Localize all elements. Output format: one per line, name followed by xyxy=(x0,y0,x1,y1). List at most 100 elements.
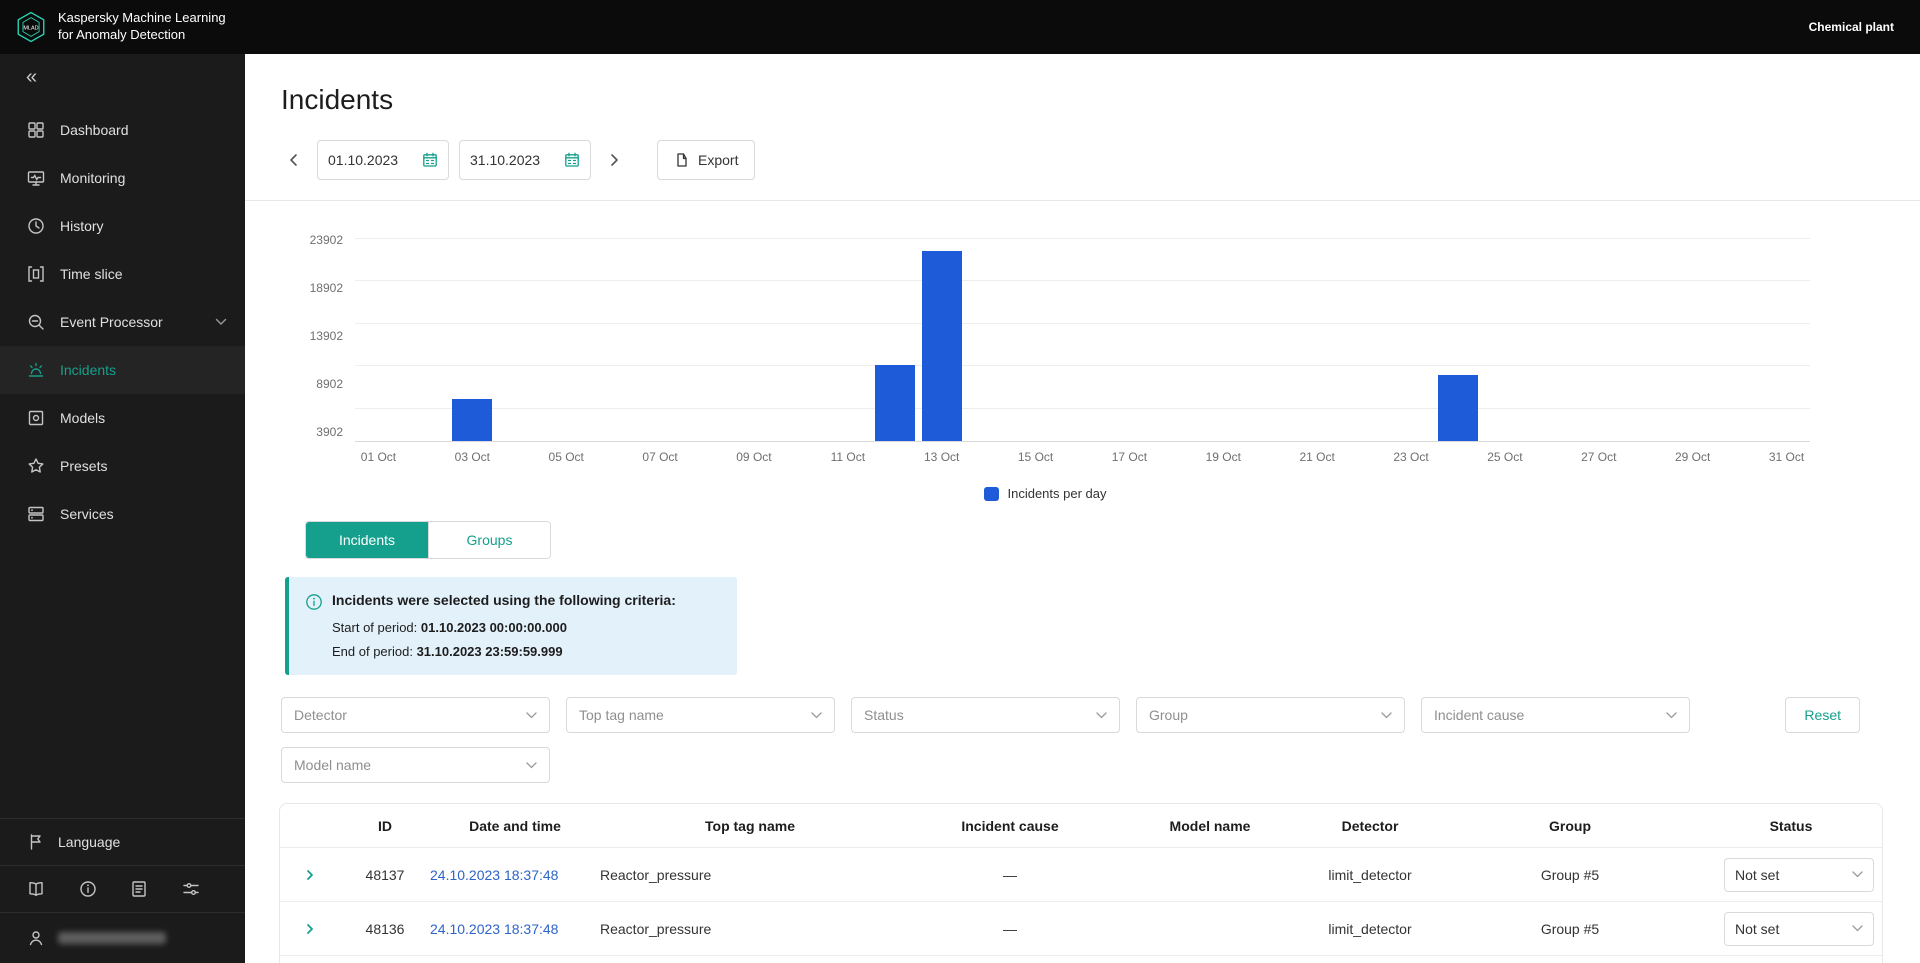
table-row-partial xyxy=(280,956,1882,963)
toolbar-section: Export xyxy=(245,140,1920,201)
next-period-button[interactable] xyxy=(601,140,627,180)
date-to-input[interactable] xyxy=(470,152,556,168)
settings-sliders-icon[interactable] xyxy=(181,879,201,899)
x-axis-tick-label: 03 Oct xyxy=(454,450,491,464)
x-axis-tick-label: 01 Oct xyxy=(360,450,397,464)
filter-placeholder: Group xyxy=(1149,707,1188,723)
chart-yaxis: 3902 8902 13902 18902 23902 xyxy=(281,227,355,470)
status-value: Not set xyxy=(1735,866,1780,883)
gridline xyxy=(355,407,1810,409)
chevron-down-icon xyxy=(1852,871,1863,878)
view-tabs: Incidents Groups xyxy=(305,521,551,559)
chart-bar xyxy=(921,250,962,441)
report-document-icon[interactable] xyxy=(129,879,149,899)
manual-book-icon[interactable] xyxy=(26,879,46,899)
page-title: Incidents xyxy=(281,84,394,115)
sidebar-item-history[interactable]: History xyxy=(0,202,245,250)
sidebar-bottom: Language xyxy=(0,818,245,963)
cell-status: Not set xyxy=(1700,857,1882,892)
y-axis-tick-label: 18902 xyxy=(309,280,343,295)
criteria-end-line: End of period: 31.10.2023 23:59:59.999 xyxy=(305,644,719,659)
filter-incident-cause[interactable]: Incident cause xyxy=(1421,697,1690,733)
start-period-value: 01.10.2023 00:00:00.000 xyxy=(420,620,567,635)
incident-date-link[interactable]: 24.10.2023 18:37:48 xyxy=(430,867,558,883)
filter-top-tag-name[interactable]: Top tag name xyxy=(566,697,835,733)
sidebar-tool-icons xyxy=(0,866,245,912)
user-account[interactable] xyxy=(0,913,245,963)
sidebar-item-time-slice[interactable]: Time slice xyxy=(0,250,245,298)
cell-incident-cause: — xyxy=(1003,866,1017,883)
prev-period-button[interactable] xyxy=(281,140,307,180)
info-circle-icon[interactable] xyxy=(78,879,98,899)
header-detector: Detector xyxy=(1341,817,1399,834)
main-content: Incidents 01.10.2023 31.10.2023 Export 3… xyxy=(245,54,1920,963)
header-id: ID xyxy=(378,817,392,834)
date-to-field[interactable] xyxy=(459,140,591,180)
sidebar-item-label: Monitoring xyxy=(60,170,126,186)
sidebar-item-models[interactable]: Models xyxy=(0,394,245,442)
user-email-redacted xyxy=(58,932,166,944)
tab-incidents[interactable]: Incidents xyxy=(306,522,428,558)
chevron-down-icon xyxy=(1852,925,1863,932)
end-period-label: End of period: xyxy=(332,644,413,659)
language-button[interactable]: Language xyxy=(0,819,245,865)
chart-xaxis: 01 Oct 03 Oct 05 Oct 07 Oct 09 Oct 11 Oct 13 O… xyxy=(355,450,1810,470)
sidebar-item-monitoring[interactable]: Monitoring xyxy=(0,154,245,202)
header-top-tag-name: Top tag name xyxy=(705,817,795,834)
filter-status[interactable]: Status xyxy=(851,697,1120,733)
sidebar-item-label: Models xyxy=(60,410,106,426)
row-expand-button[interactable] xyxy=(280,868,340,882)
status-select[interactable]: Not set xyxy=(1724,911,1874,946)
header-status: Status xyxy=(1769,817,1813,834)
row-expand-button[interactable] xyxy=(280,922,340,936)
table-row: 48136 24.10.2023 18:37:48 Reactor_pressu… xyxy=(280,902,1882,956)
chevron-down-icon xyxy=(526,711,537,719)
x-axis-tick-label: 29 Oct xyxy=(1674,450,1711,464)
incident-date-link[interactable]: 24.10.2023 18:37:48 xyxy=(430,921,558,937)
calendar-icon[interactable] xyxy=(564,152,580,168)
status-value: Not set xyxy=(1735,920,1780,937)
status-select[interactable]: Not set xyxy=(1724,857,1874,892)
sidebar-item-label: History xyxy=(60,218,104,234)
sidebar-item-label: Dashboard xyxy=(60,122,129,138)
filter-detector[interactable]: Detector xyxy=(281,697,550,733)
x-axis-tick-label: 05 Oct xyxy=(548,450,584,464)
sidebar: « Dashboard Monitoring History Time slic… xyxy=(0,54,245,963)
sidebar-item-event-processor[interactable]: Event Processor xyxy=(0,298,245,346)
sidebar-item-incidents[interactable]: Incidents xyxy=(0,346,245,394)
x-axis-tick-label: 21 Oct xyxy=(1299,450,1335,464)
tab-groups[interactable]: Groups xyxy=(428,522,550,558)
gridline xyxy=(355,322,1810,324)
cell-status: Not set xyxy=(1700,911,1882,946)
date-from-input[interactable] xyxy=(328,152,414,168)
incidents-bar-chart: 3902 8902 13902 18902 23902 01 Oct 03 Oct 05 O… xyxy=(281,227,1810,470)
app-logo-icon: MLAD xyxy=(17,11,45,43)
chevron-down-icon xyxy=(1096,711,1107,719)
date-range-toolbar: Export xyxy=(281,140,1920,180)
app-brand: MLAD Kaspersky Machine Learning for Anom… xyxy=(14,10,226,44)
criteria-start-line: Start of period: 01.10.2023 00:00:00.000 xyxy=(305,620,719,635)
reset-filters-button[interactable]: Reset xyxy=(1785,697,1860,733)
header-incident-cause: Incident cause xyxy=(961,817,1059,834)
chart-legend: Incidents per day xyxy=(281,486,1810,501)
services-icon xyxy=(26,504,46,524)
criteria-info-panel: Incidents were selected using the follow… xyxy=(285,577,737,675)
sidebar-item-services[interactable]: Services xyxy=(0,490,245,538)
cell-incident-cause: — xyxy=(1003,920,1017,937)
incidents-table: ID Date and time Top tag name Incident c… xyxy=(279,803,1883,963)
filter-group[interactable]: Group xyxy=(1136,697,1405,733)
context-label: Chemical plant xyxy=(1808,20,1894,34)
filters-row-1: Detector Top tag name Status Group Incid… xyxy=(281,697,1860,733)
sidebar-item-dashboard[interactable]: Dashboard xyxy=(0,106,245,154)
filters-row-2: Model name xyxy=(281,747,1860,783)
filter-model-name[interactable]: Model name xyxy=(281,747,550,783)
chart-main: 01 Oct 03 Oct 05 Oct 07 Oct 09 Oct 11 Oct 13 O… xyxy=(355,227,1810,470)
x-axis-tick-label: 17 Oct xyxy=(1111,450,1148,464)
sidebar-item-presets[interactable]: Presets xyxy=(0,442,245,490)
sidebar-collapse-button[interactable]: « xyxy=(0,54,245,100)
x-axis-tick-label: 27 Oct xyxy=(1581,450,1617,464)
gridline xyxy=(355,238,1810,240)
export-button[interactable]: Export xyxy=(657,140,756,180)
calendar-icon[interactable] xyxy=(422,152,438,168)
date-from-field[interactable] xyxy=(317,140,449,180)
